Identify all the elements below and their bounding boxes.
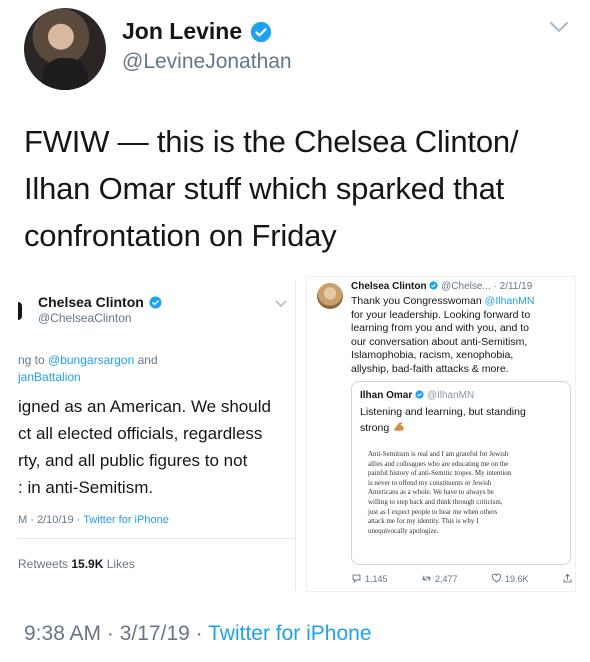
reply-prefix: ng to — [18, 353, 49, 367]
author-handle[interactable]: @LevineJonathan — [122, 50, 292, 74]
verified-badge-icon — [149, 296, 162, 308]
chevron-down-icon — [275, 300, 287, 308]
quoted-name: Ilhan Omar — [360, 390, 413, 401]
author-name-row[interactable]: Jon Levine — [122, 18, 272, 45]
left-card-name-row: Chelsea Clinton — [38, 294, 162, 310]
separator: · — [189, 622, 209, 645]
right-card-body-line: for your leadership. Looking forward to — [351, 308, 531, 321]
heart-icon — [491, 573, 502, 583]
left-card-handle: @ChelseaClinton — [38, 311, 132, 325]
right-screenshot[interactable]: Chelsea Clinton @Chelse... · 2/11/19 Tha… — [306, 276, 576, 592]
left-card-time: M · 2/10/19 · — [18, 514, 84, 526]
left-card-body-line: : in anti-Semitism. — [18, 478, 154, 497]
right-card-body-line: our conversation about anti-Semitism, — [351, 335, 528, 348]
quoted-text-end: strong — [360, 421, 390, 434]
tweet-time[interactable]: 9:38 AM — [24, 622, 101, 645]
tweet-text: FWIW — this is the Chelsea Clinton/ Ilha… — [24, 118, 569, 259]
left-card-body-line: ct all elected officials, regardless — [18, 424, 263, 443]
right-card-body-line: Islamophobia, racism, xenophobia, — [351, 349, 514, 362]
retweets-label: Retweets — [18, 557, 72, 571]
reply-icon — [352, 574, 361, 584]
right-card-avatar — [317, 283, 343, 309]
verified-badge-icon — [415, 390, 424, 399]
like-action: 19.6K — [491, 573, 529, 584]
retweet-icon — [422, 575, 431, 582]
right-card-actions: 1,145 2,477 19.6K — [351, 573, 573, 584]
statement-line: Americans as a whole. We have to always … — [368, 488, 494, 497]
statement-image: Anti-Semitism is real and I am grateful … — [360, 446, 564, 558]
quoted-tweet-header: Ilhan Omar @IlhanMN — [360, 390, 474, 401]
tweet-date[interactable]: 3/17/19 — [120, 622, 190, 645]
statement-line: unequivocally apologize. — [368, 526, 439, 535]
right-card-body-line: allyship, bad-faith attacks & more. — [351, 362, 509, 375]
statement-text: Anti-Semitism is real and I am grateful … — [368, 450, 552, 536]
left-card-body: igned as an American. We should ct all e… — [18, 393, 271, 501]
likes-count: 15.9K — [71, 557, 104, 571]
right-card-name: Chelsea Clinton — [351, 281, 427, 292]
retweet-count: 2,477 — [435, 573, 458, 584]
tweet-text-line: confrontation on Friday — [24, 218, 337, 253]
quoted-text-line: Listening and learning, but standing — [360, 406, 526, 418]
statement-line: just as I expect people to hear me when … — [368, 507, 498, 516]
left-card-body-line: rty, and all public figures to not — [18, 451, 248, 470]
right-card-body: Thank you Congresswoman @IlhanMN for you… — [351, 295, 571, 377]
mention-link: @IlhanMN — [484, 295, 535, 307]
statement-line: willing to step back and think through c… — [368, 497, 503, 506]
reply-and: and — [134, 353, 158, 367]
tweet-text-line: FWIW — this is the Chelsea Clinton/ — [24, 124, 519, 159]
statement-line: allies and colleagues who are educating … — [368, 459, 509, 468]
tweet-header: Jon Levine @LevineJonathan — [0, 0, 590, 100]
right-card-handle-date: @Chelse... · 2/11/19 — [441, 281, 533, 292]
quoted-handle: @IlhanMN — [426, 390, 475, 401]
right-card-body-line: Thank you Congresswoman @IlhanMN — [351, 295, 571, 309]
left-card-meta: M · 2/10/19 · Twitter for iPhone — [18, 514, 169, 526]
tweet-timestamp: 9:38 AM · 3/17/19 · Twitter for iPhone — [24, 622, 372, 646]
tweet-text-line: Ilhan Omar stuff which sparked that — [24, 171, 505, 206]
separator: · — [101, 622, 120, 645]
statement-line: Anti-Semitism is real and I am grateful … — [368, 450, 509, 458]
like-count: 19.6K — [505, 573, 529, 584]
statement-line: painful history of anti-Semitic tropes. … — [368, 469, 512, 478]
right-card-body-line: learning from you and with you, and to — [351, 322, 530, 335]
reply-count: 1,145 — [365, 573, 388, 584]
flexed-biceps-icon — [393, 422, 404, 431]
left-screenshot[interactable]: Chelsea Clinton @ChelseaClinton ng to @b… — [18, 280, 296, 590]
author-avatar[interactable] — [24, 8, 106, 90]
attached-images[interactable]: Chelsea Clinton @ChelseaClinton ng to @b… — [18, 276, 576, 594]
quoted-text: Listening and learning, but standing str… — [360, 406, 560, 435]
share-icon — [563, 573, 572, 583]
likes-label: Likes — [103, 557, 135, 571]
left-card-reply-context: ng to @bungarsargon and janBattalion — [18, 352, 158, 386]
divider — [18, 538, 295, 539]
quoted-tweet: Ilhan Omar @IlhanMN Listening and learni… — [351, 381, 571, 565]
chevron-down-icon[interactable] — [549, 20, 569, 34]
reply-action: 1,145 — [351, 573, 388, 584]
body-text: Thank you Congresswoman — [351, 295, 485, 307]
right-card-header: Chelsea Clinton @Chelse... · 2/11/19 — [351, 281, 532, 292]
cropped-avatar — [18, 302, 22, 320]
share-action — [562, 573, 573, 584]
verified-badge-icon — [251, 21, 272, 42]
reply-link: @bungarsargon — [48, 353, 135, 367]
quoted-text-line: strong — [360, 420, 560, 436]
left-card-name: Chelsea Clinton — [38, 294, 144, 310]
left-card-source: Twitter for iPhone — [83, 514, 169, 526]
reply-link: janBattalion — [18, 370, 81, 384]
left-card-stats: Retweets 15.9K Likes — [18, 557, 135, 571]
verified-badge-icon — [429, 281, 438, 290]
statement-line: is never to offend my constituents or Je… — [368, 478, 492, 487]
tweet-source-link[interactable]: Twitter for iPhone — [208, 622, 371, 645]
retweet-action: 2,477 — [421, 573, 458, 584]
author-name[interactable]: Jon Levine — [122, 18, 242, 45]
left-card-body-line: igned as an American. We should — [18, 397, 271, 416]
statement-line: attack me for my identity. This is why I — [368, 517, 479, 526]
